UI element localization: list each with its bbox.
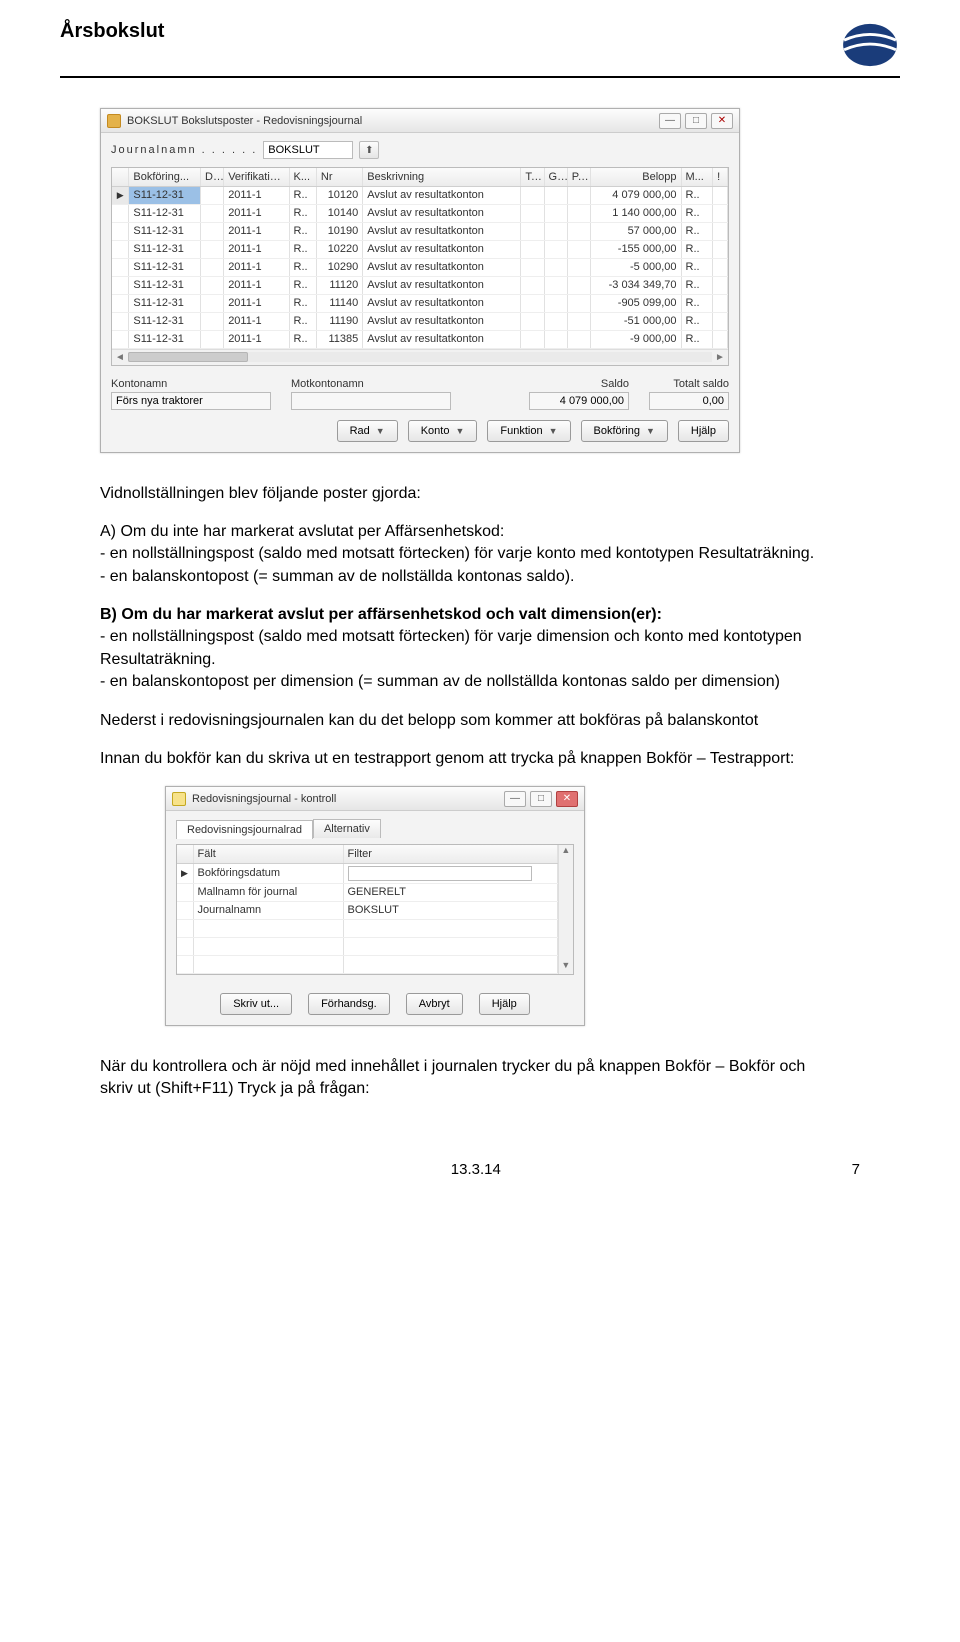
close-button[interactable]: ✕ [556, 791, 578, 807]
app-icon [107, 114, 121, 128]
hjalp-button[interactable]: Hjälp [678, 420, 729, 442]
minimize-button[interactable]: — [659, 113, 681, 129]
col-excl[interactable]: ! [713, 168, 728, 186]
table-row[interactable]: S11-12-312011-1R..11385Avslut av resulta… [112, 330, 728, 348]
vertical-scrollbar[interactable]: ▲ ▼ [558, 845, 573, 974]
window-title: BOKSLUT Bokslutsposter - Redovisningsjou… [127, 115, 362, 127]
para: A) Om du inte har markerat avslutat per … [100, 521, 830, 588]
scroll-thumb[interactable] [128, 352, 248, 362]
table-row[interactable]: S11-12-312011-1R..10140Avslut av resulta… [112, 204, 728, 222]
horizontal-scrollbar[interactable]: ◄ ► [112, 349, 728, 365]
funktion-button[interactable]: Funktion▼ [487, 420, 570, 442]
col-falt[interactable]: Fält [193, 845, 343, 863]
motkontonamn-label: Motkontonamn [291, 378, 451, 390]
journal-grid[interactable]: Bokföring... D... Verifikatio... K... Nr… [111, 167, 729, 366]
scroll-down-icon[interactable]: ▼ [561, 960, 570, 974]
kontonamn-label: Kontonamn [111, 378, 271, 390]
table-row[interactable]: S11-12-312011-1R..10120Avslut av resulta… [112, 186, 728, 204]
table-row[interactable]: Mallnamn för journalGENERELT [177, 883, 557, 901]
kontonamn-value [111, 392, 271, 410]
logo [840, 20, 900, 70]
para: B) Om du har markerat avslut per affärse… [100, 604, 830, 694]
bokforing-button[interactable]: Bokföring▼ [581, 420, 668, 442]
totalt-label: Totalt saldo [649, 378, 729, 390]
table-row[interactable]: S11-12-312011-1R..11140Avslut av resulta… [112, 294, 728, 312]
tab-redovisningsjournalrad[interactable]: Redovisningsjournalrad [176, 820, 313, 839]
col-p[interactable]: P... [567, 168, 590, 186]
window-kontroll: Redovisningsjournal - kontroll — □ ✕ Red… [165, 786, 585, 1026]
journal-input[interactable] [263, 141, 353, 159]
table-row[interactable]: S11-12-312011-1R..10290Avslut av resulta… [112, 258, 728, 276]
col-nr[interactable]: Nr [316, 168, 362, 186]
filter-grid[interactable]: Fält Filter BokföringsdatumMallnamn för … [176, 844, 574, 975]
col-verifikatio[interactable]: Verifikatio... [224, 168, 289, 186]
journal-label: Journalnamn . . . . . . [111, 144, 257, 156]
scroll-right-icon[interactable]: ► [712, 352, 728, 363]
close-button[interactable]: ✕ [711, 113, 733, 129]
konto-button[interactable]: Konto▼ [408, 420, 478, 442]
skrivut-button[interactable]: Skriv ut... [220, 993, 292, 1015]
maximize-button[interactable]: □ [685, 113, 707, 129]
chevron-down-icon: ▼ [455, 426, 464, 436]
table-row[interactable] [177, 955, 557, 973]
table-row[interactable]: S11-12-312011-1R..10190Avslut av resulta… [112, 222, 728, 240]
col-beskrivning[interactable]: Beskrivning [363, 168, 521, 186]
titlebar[interactable]: BOKSLUT Bokslutsposter - Redovisningsjou… [101, 109, 739, 133]
saldo-label: Saldo [529, 378, 629, 390]
table-row[interactable]: S11-12-312011-1R..11120Avslut av resulta… [112, 276, 728, 294]
footer-page: 7 [852, 1161, 860, 1178]
table-row[interactable] [177, 919, 557, 937]
footer-version: 13.3.14 [451, 1161, 501, 1178]
table-row[interactable]: S11-12-312011-1R..10220Avslut av resulta… [112, 240, 728, 258]
window-title: Redovisningsjournal - kontroll [192, 793, 336, 805]
para: Nederst i redovisningsjournalen kan du d… [100, 710, 830, 732]
body-text: Vidnollställningen blev följande poster … [100, 483, 830, 771]
filter-input[interactable] [348, 866, 533, 881]
col-t[interactable]: T... [521, 168, 544, 186]
minimize-button[interactable]: — [504, 791, 526, 807]
chevron-down-icon: ▼ [646, 426, 655, 436]
window-bokslut: BOKSLUT Bokslutsposter - Redovisningsjou… [100, 108, 740, 453]
body-text: När du kontrollera och är nöjd med inneh… [100, 1056, 830, 1101]
app-icon [172, 792, 186, 806]
chevron-down-icon: ▼ [376, 426, 385, 436]
col-filter[interactable]: Filter [343, 845, 557, 863]
motkontonamn-value [291, 392, 451, 410]
col-k[interactable]: K... [289, 168, 316, 186]
journal-field-row: Journalnamn . . . . . . ⬆ [111, 141, 729, 159]
page-header: Årsbokslut [60, 20, 900, 78]
avbryt-button[interactable]: Avbryt [406, 993, 463, 1015]
scroll-up-icon[interactable]: ▲ [561, 845, 570, 859]
grid-header: Bokföring... D... Verifikatio... K... Nr… [112, 168, 728, 186]
table-row[interactable]: Bokföringsdatum [177, 863, 557, 883]
para: Vidnollställningen blev följande poster … [100, 483, 830, 505]
titlebar[interactable]: Redovisningsjournal - kontroll — □ ✕ [166, 787, 584, 811]
page-footer: 13.3.14 7 [60, 1161, 900, 1178]
para: Innan du bokför kan du skriva ut en test… [100, 748, 830, 770]
journal-lookup-button[interactable]: ⬆ [359, 141, 379, 159]
table-row[interactable]: S11-12-312011-1R..11190Avslut av resulta… [112, 312, 728, 330]
chevron-down-icon: ▼ [549, 426, 558, 436]
rad-button[interactable]: Rad▼ [337, 420, 398, 442]
totalt-value [649, 392, 729, 410]
col-d[interactable]: D... [201, 168, 224, 186]
saldo-value [529, 392, 629, 410]
col-m[interactable]: M... [681, 168, 713, 186]
maximize-button[interactable]: □ [530, 791, 552, 807]
col-bokforing[interactable]: Bokföring... [129, 168, 201, 186]
col-g[interactable]: G... [544, 168, 567, 186]
tab-alternativ[interactable]: Alternativ [313, 819, 381, 838]
up-arrow-icon: ⬆ [365, 145, 373, 156]
summary-row: Kontonamn Motkontonamn Saldo Totalt sald… [111, 378, 729, 410]
para: När du kontrollera och är nöjd med inneh… [100, 1056, 830, 1101]
table-row[interactable]: JournalnamnBOKSLUT [177, 901, 557, 919]
document-title: Årsbokslut [60, 20, 164, 43]
forhandsg-button[interactable]: Förhandsg. [308, 993, 390, 1015]
col-belopp[interactable]: Belopp [590, 168, 681, 186]
hjalp-button[interactable]: Hjälp [479, 993, 530, 1015]
scroll-left-icon[interactable]: ◄ [112, 352, 128, 363]
table-row[interactable] [177, 937, 557, 955]
